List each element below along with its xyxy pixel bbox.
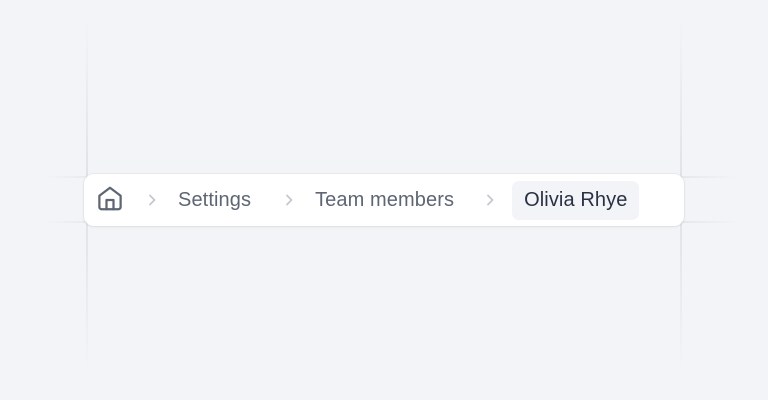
- chevron-right-icon: [144, 192, 160, 208]
- breadcrumb-home-button[interactable]: [94, 184, 126, 216]
- breadcrumb-item-current[interactable]: Olivia Rhye: [512, 180, 640, 220]
- breadcrumb: Settings Team members Olivia Rhye: [84, 174, 684, 226]
- chevron-right-icon: [281, 192, 297, 208]
- home-icon: [95, 183, 125, 218]
- breadcrumb-item-settings[interactable]: Settings: [174, 183, 255, 218]
- breadcrumb-item-team-members[interactable]: Team members: [311, 183, 458, 218]
- chevron-right-icon: [482, 192, 498, 208]
